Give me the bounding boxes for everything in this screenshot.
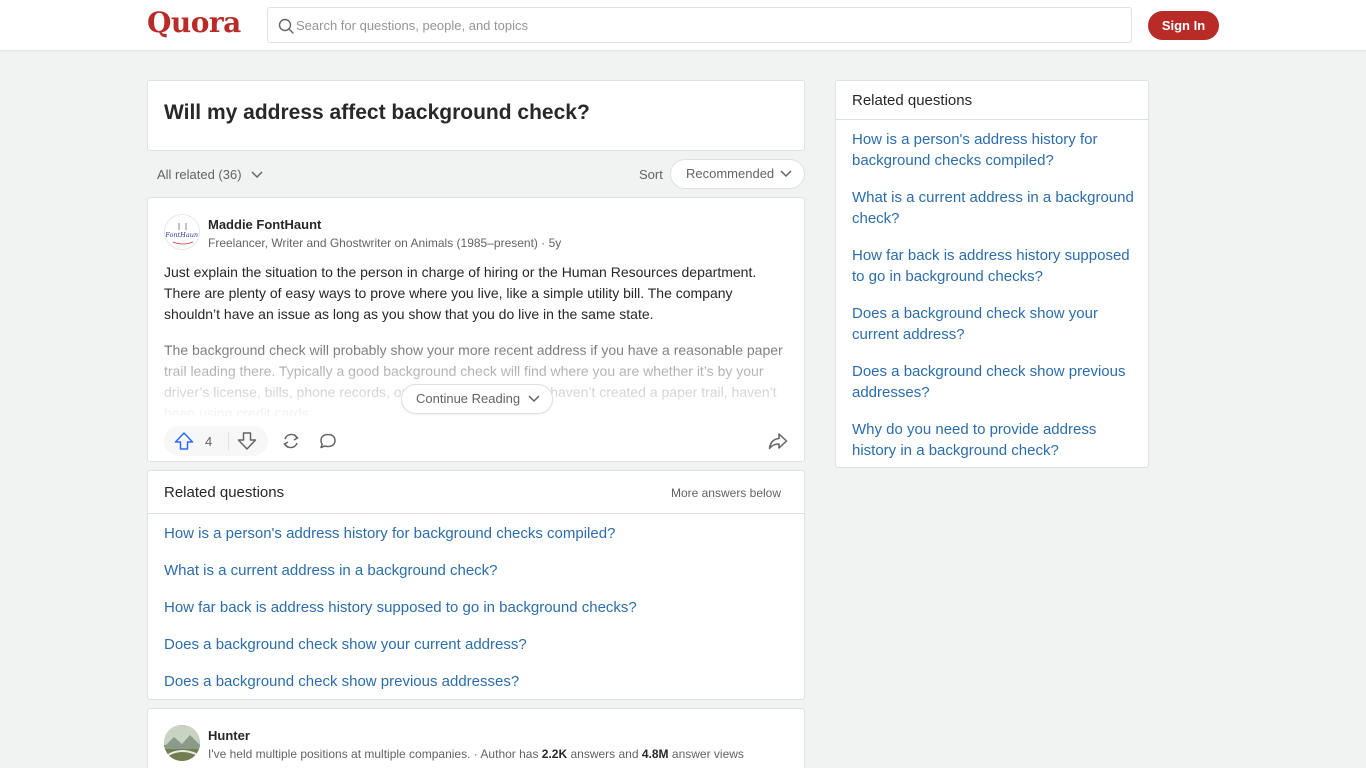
- search-input[interactable]: [296, 8, 1116, 42]
- search-icon: [278, 18, 294, 34]
- related-questions-card: Related questions More answers below How…: [147, 470, 805, 700]
- vote-pill: 4: [164, 426, 268, 456]
- author-credential: I've held multiple positions at multiple…: [208, 747, 744, 761]
- share-icon[interactable]: [768, 432, 788, 450]
- chevron-down-icon: [251, 171, 263, 179]
- credential-mid: answers and: [567, 747, 642, 761]
- reshare-icon[interactable]: [281, 432, 301, 450]
- all-related-label: All related (36): [157, 167, 242, 182]
- question-title: Will my address affect background check?: [164, 101, 590, 124]
- upvote-icon[interactable]: [174, 432, 194, 450]
- svg-text:FontHaunt: FontHaunt: [165, 231, 200, 239]
- related-questions-list: How is a person's address history for ba…: [164, 523, 637, 708]
- more-answers-label: More answers below: [670, 486, 781, 500]
- sort-value: Recommended: [686, 166, 775, 181]
- credential-suffix: answer views: [668, 747, 744, 761]
- sidebar-related-questions: Related questions How is a person's addr…: [835, 80, 1149, 468]
- comment-icon[interactable]: [318, 432, 338, 450]
- answer-body: Just explain the situation to the person…: [164, 262, 788, 340]
- author-credential: Freelancer, Writer and Ghostwriter on An…: [208, 236, 562, 250]
- answer-card: Hunter I've held multiple positions at m…: [147, 708, 805, 768]
- avatar[interactable]: [164, 725, 200, 761]
- landscape-photo-icon: [164, 725, 200, 761]
- related-questions-header: Related questions More answers below: [148, 471, 804, 514]
- vote-divider: [228, 432, 229, 450]
- continue-reading-label: Continue Reading: [416, 391, 521, 406]
- sidebar-question-link[interactable]: Does a background check show previous ad…: [852, 361, 1137, 403]
- answer-paragraph: Just explain the situation to the person…: [164, 264, 757, 322]
- avatar[interactable]: FontHaunt: [164, 214, 200, 250]
- chevron-down-icon: [780, 170, 792, 178]
- author-name[interactable]: Maddie FontHaunt: [208, 217, 321, 232]
- sidebar-title: Related questions: [852, 92, 973, 109]
- views-count: 4.8M: [641, 747, 669, 761]
- related-question-link[interactable]: Does a background check show your curren…: [164, 634, 637, 655]
- sign-in-button[interactable]: Sign In: [1148, 11, 1219, 40]
- top-header: Quora Sign In: [0, 0, 1366, 50]
- answer-card: FontHaunt Maddie FontHaunt Freelancer, W…: [147, 197, 805, 462]
- all-related-filter[interactable]: All related (36): [157, 167, 263, 182]
- sidebar-question-link[interactable]: How is a person's address history for ba…: [852, 129, 1137, 171]
- sidebar-question-link[interactable]: Does a background check show your curren…: [852, 303, 1137, 345]
- answers-count: 2.2K: [541, 747, 568, 761]
- chevron-down-icon: [528, 395, 540, 403]
- related-question-link[interactable]: How is a person's address history for ba…: [164, 523, 637, 544]
- action-bar: 4: [164, 426, 788, 456]
- sidebar-list: How is a person's address history for ba…: [852, 129, 1137, 477]
- downvote-icon[interactable]: [237, 432, 257, 450]
- related-question-link[interactable]: Does a background check show previous ad…: [164, 671, 637, 692]
- sidebar-question-link[interactable]: What is a current address in a backgroun…: [852, 187, 1137, 229]
- fonthaunt-logo-icon: FontHaunt: [165, 215, 200, 249]
- related-questions-title: Related questions: [164, 484, 285, 501]
- author-name[interactable]: Hunter: [208, 728, 250, 743]
- sort-label: Sort: [639, 167, 663, 182]
- upvote-count: 4: [205, 434, 213, 449]
- sidebar-question-link[interactable]: Why do you need to provide address histo…: [852, 419, 1137, 461]
- related-question-link[interactable]: How far back is address history supposed…: [164, 597, 637, 618]
- question-card: Will my address affect background check?: [147, 80, 805, 151]
- related-question-link[interactable]: What is a current address in a backgroun…: [164, 560, 637, 581]
- sort-dropdown[interactable]: Recommended: [670, 159, 805, 189]
- search-box[interactable]: [267, 7, 1132, 43]
- sidebar-question-link[interactable]: How far back is address history supposed…: [852, 245, 1137, 287]
- continue-reading-button[interactable]: Continue Reading: [401, 384, 553, 414]
- credential-prefix: I've held multiple positions at multiple…: [208, 747, 542, 761]
- quora-logo[interactable]: Quora: [147, 6, 241, 39]
- sidebar-header: Related questions: [836, 81, 1148, 120]
